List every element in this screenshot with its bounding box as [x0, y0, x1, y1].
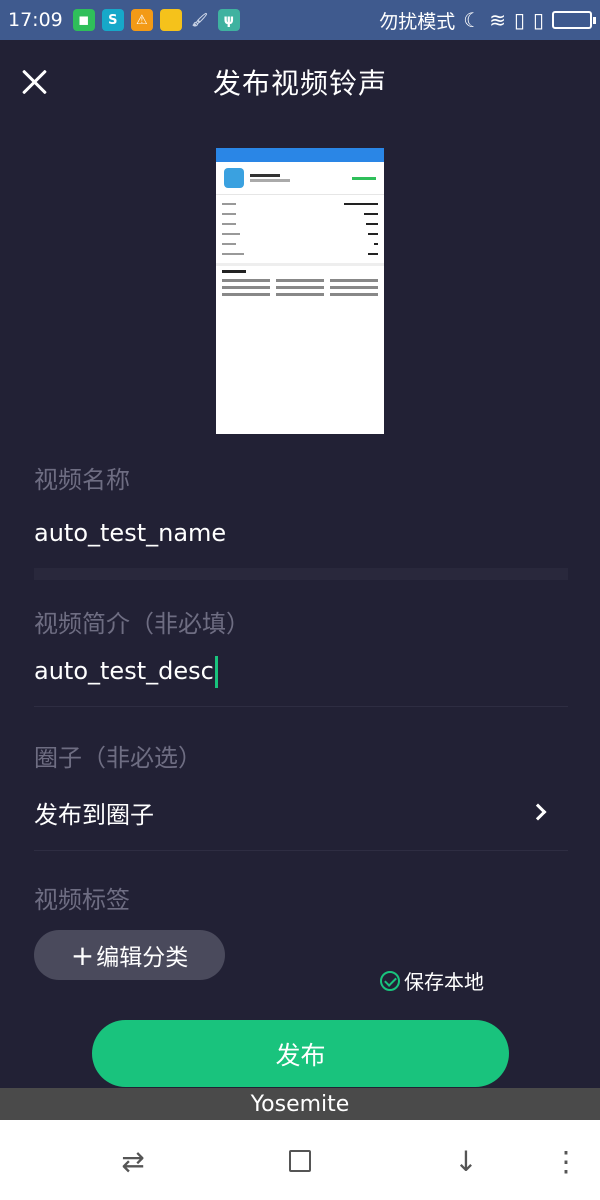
dnd-mode-text: 勿扰模式 — [379, 10, 456, 33]
thumbnail-app-row — [216, 162, 384, 195]
sim1-icon: ▯ — [513, 8, 525, 32]
overlay-label: Yosemite — [0, 1088, 600, 1120]
status-bar: 17:09 ◼ S ⚠ 🖌 ψ 勿扰模式 ☾ ≋ ▯ ▯ — [0, 0, 600, 40]
video-name-input[interactable]: auto_test_name — [34, 519, 226, 547]
thumbnail-detail-section — [216, 263, 384, 300]
menu-icon[interactable]: ⋮ — [546, 1144, 586, 1178]
divider — [34, 706, 568, 707]
thumbnail-rows — [216, 195, 384, 263]
edit-category-label: 编辑分类 — [96, 945, 189, 971]
header: 发布视频铃声 — [0, 40, 600, 124]
app-notification-icon: ◼ — [72, 9, 95, 31]
home-square-icon[interactable] — [280, 1144, 320, 1178]
edit-category-button[interactable]: + 编辑分类 — [34, 930, 225, 980]
video-thumbnail[interactable] — [216, 148, 384, 434]
switch-icon[interactable]: ⇄ — [113, 1144, 153, 1178]
circle-label: 圈子（非必选） — [34, 744, 202, 772]
text-cursor — [214, 656, 218, 688]
video-name-label: 视频名称 — [34, 466, 130, 494]
publish-button[interactable]: 发布 — [92, 1020, 509, 1087]
moon-icon: ☾ — [463, 8, 482, 32]
chevron-right-icon — [529, 803, 547, 821]
save-local-toggle[interactable]: 保存本地 — [380, 966, 484, 995]
battery-icon — [552, 11, 596, 29]
video-desc-text: auto_test_desc — [34, 657, 214, 685]
page-title: 发布视频铃声 — [212, 67, 387, 100]
thumbnail-app-logo — [224, 168, 244, 188]
close-icon[interactable] — [18, 66, 50, 98]
folder-icon — [159, 9, 182, 31]
sim2-icon: ▯ — [532, 8, 544, 32]
video-desc-label: 视频简介（非必填） — [34, 610, 250, 638]
video-desc-input[interactable]: auto_test_desc — [34, 656, 218, 688]
plus-icon: + — [70, 938, 95, 972]
check-circle-icon — [380, 970, 400, 991]
status-right: 勿扰模式 ☾ ≋ ▯ ▯ — [379, 7, 596, 34]
navigation-bar: ⇄ ↓ ⋮ — [0, 1120, 600, 1200]
warning-icon: ⚠ — [130, 9, 153, 31]
brush-icon: 🖌 — [191, 12, 209, 28]
usb-icon: ψ — [217, 9, 240, 31]
save-local-label: 保存本地 — [404, 970, 484, 994]
video-tags-label: 视频标签 — [34, 886, 130, 914]
divider — [34, 568, 568, 580]
wifi-icon: ≋ — [489, 8, 506, 32]
status-time: 17:09 — [8, 9, 63, 31]
divider — [34, 850, 568, 851]
publish-to-circle-row[interactable]: 发布到圈子 — [34, 790, 547, 834]
download-icon[interactable]: ↓ — [446, 1144, 486, 1178]
thumbnail-title-bar — [216, 148, 384, 162]
publish-to-circle-text: 发布到圈子 — [34, 800, 154, 829]
sync-app-icon: S — [101, 9, 124, 31]
